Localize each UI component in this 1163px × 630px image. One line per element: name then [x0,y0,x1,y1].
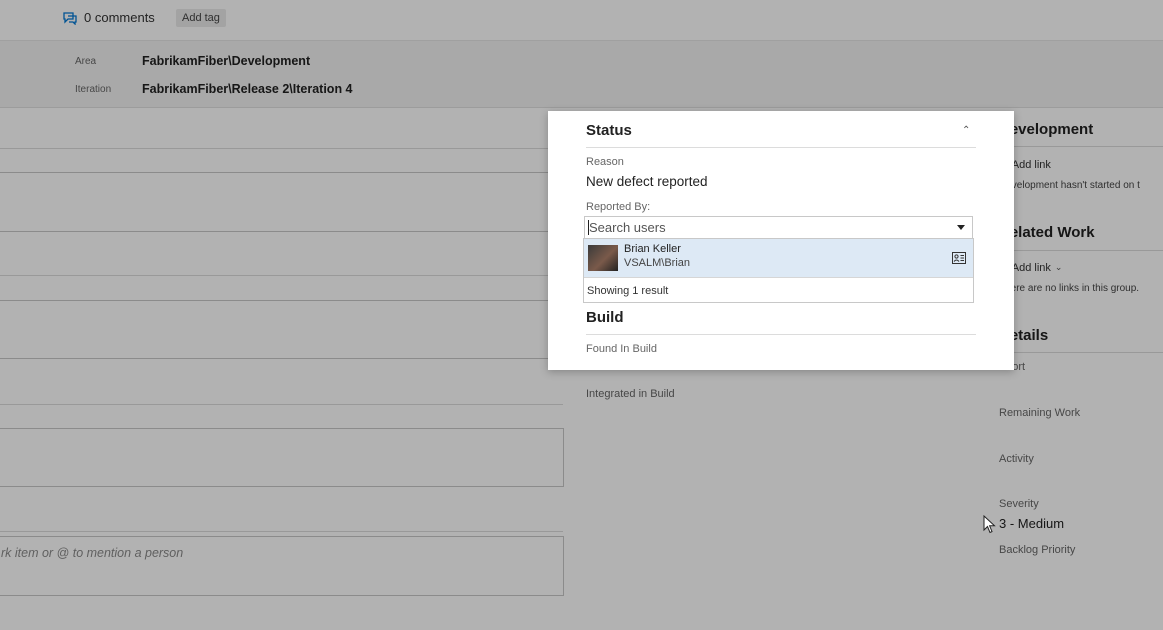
repro-steps-field[interactable] [0,300,564,359]
divider [586,147,976,148]
comments-link[interactable]: 0 comments [62,10,155,25]
status-popup: Status ⌃ Reason New defect reported Repo… [548,111,1014,370]
status-title: Status [586,122,632,139]
discussion-input[interactable]: rk item or @ to mention a person [0,536,564,596]
severity-value[interactable]: 3 - Medium [999,516,1064,531]
related-add-link-label: Add link [1011,261,1051,274]
divider [0,275,563,276]
divider [0,148,563,149]
divider [584,277,973,278]
result-count: Showing 1 result [587,285,669,297]
found-in-build-label: Found In Build [586,343,657,355]
chevron-down-icon: ⌄ [1054,262,1063,272]
user-name: Brian Keller [624,243,681,255]
system-info-field[interactable] [0,428,564,487]
caret-down-icon[interactable] [957,225,965,230]
user-result-item[interactable]: Brian Keller VSALM\Brian [584,239,973,277]
divider [999,146,1163,147]
divider [0,531,563,532]
mouse-cursor-icon [983,515,996,534]
severity-label: Severity [999,498,1039,510]
add-tag-button[interactable]: Add tag [176,9,226,27]
area-value[interactable]: FabrikamFiber\Development [142,54,310,68]
contact-card-icon[interactable] [952,252,966,264]
search-placeholder: Search users [589,220,666,235]
iteration-label: Iteration [75,84,112,95]
user-account: VSALM\Brian [624,257,691,269]
backlog-priority-label: Backlog Priority [999,544,1076,556]
comment-icon [63,11,77,25]
area-label: Area [75,56,97,67]
reason-value[interactable]: New defect reported [586,174,708,189]
discussion-placeholder: rk item or @ to mention a person [1,546,184,560]
comments-count: 0 comments [84,10,155,25]
divider [0,404,563,405]
remaining-work-label: Remaining Work [999,407,1081,419]
iteration-value[interactable]: FabrikamFiber\Release 2\Iteration 4 [142,82,353,96]
activity-label: Activity [999,453,1034,465]
related-empty-text: There are no links in this group. [999,283,1140,294]
user-search-results: Brian Keller VSALM\Brian Showing 1 resul… [583,238,974,303]
divider [999,250,1163,251]
reported-by-label: Reported By: [586,201,651,213]
development-empty-text: Development hasn't started on t [999,180,1140,191]
description-field[interactable] [0,172,564,232]
reason-label: Reason [586,156,624,168]
integrated-in-build-label: Integrated in Build [586,388,675,400]
build-title: Build [586,309,624,326]
avatar [588,245,618,271]
add-link-label: Add link [1011,158,1051,171]
search-users-input[interactable]: Search users [584,216,973,240]
divider [999,352,1163,353]
info-bar [0,41,1163,108]
collapse-chevron-icon[interactable]: ⌃ [962,125,970,136]
work-item-toolbar [0,0,1163,41]
divider [586,334,976,335]
